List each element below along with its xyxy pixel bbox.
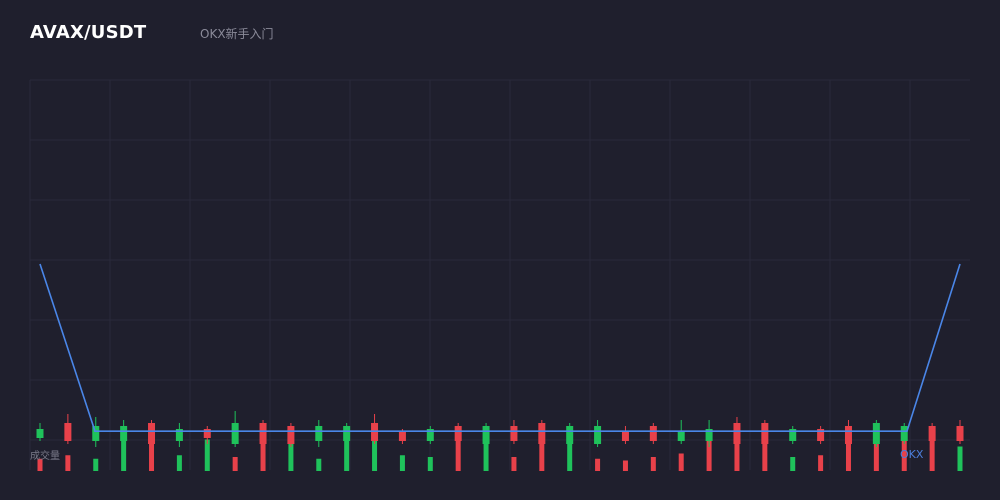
candle-body [315,426,323,441]
candle-body [120,426,128,441]
volume-bar [65,455,71,471]
volume-bar [427,457,433,471]
candle-body [649,426,657,441]
candle-body [454,426,462,441]
candle-body [844,426,852,444]
candle-body [928,426,936,441]
candle-body [538,423,546,444]
volume-bar [650,457,656,471]
volume-bar [204,439,210,471]
volume-bar [595,458,601,471]
candle-body [677,432,685,441]
candle-body [621,432,629,441]
candle-body [566,426,574,444]
candle-body [203,429,211,438]
candle-body [482,426,490,444]
volume-bar [511,457,517,471]
candle-body [36,429,44,438]
volume-bar [790,457,796,471]
candle-body [287,426,295,444]
candle-body [510,426,518,441]
candle-body [733,423,741,444]
candle-body [956,426,964,441]
volume-bar [399,455,405,471]
volume-bar [344,439,350,471]
candle-body [594,426,602,444]
candle-body [900,426,908,441]
volume-bar [957,446,963,471]
candle-body [872,423,880,444]
volume-bar [678,453,684,471]
volume-bar [622,460,628,471]
volume-bar [93,458,99,471]
candle-body [343,426,351,441]
candle-body [148,423,156,444]
candle-body [398,432,406,441]
okx-watermark: OKX [900,448,924,461]
volume-bar [232,457,238,471]
volume-bar [818,455,824,471]
candlestick-chart [29,79,970,471]
candle-body [231,423,239,444]
candle-body [259,423,267,444]
price-line [39,263,961,433]
volume-label: 成交量 [30,451,60,462]
candle-body [761,423,769,444]
candle-body [64,423,72,441]
volume-bar [316,458,322,471]
volume-bar [176,455,182,471]
